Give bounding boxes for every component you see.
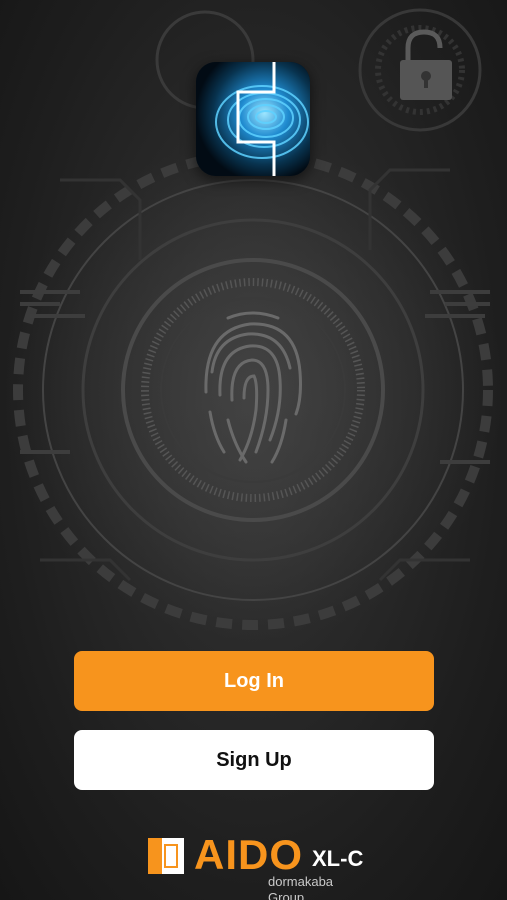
brand-name: AIDO	[194, 831, 303, 878]
brand-group: dormakaba Group	[268, 874, 334, 900]
brand-model: XL-C	[312, 846, 364, 871]
aido-bracket-icon	[148, 838, 184, 874]
brand-logo: AIDO XL-C dormakaba Group	[148, 832, 368, 900]
welcome-screen: Log In Sign Up AIDO XL-C dormakaba Group	[0, 0, 507, 900]
fingerprint-lock-icon	[196, 62, 310, 176]
login-button[interactable]: Log In	[74, 651, 434, 711]
signup-button[interactable]: Sign Up	[74, 730, 434, 790]
